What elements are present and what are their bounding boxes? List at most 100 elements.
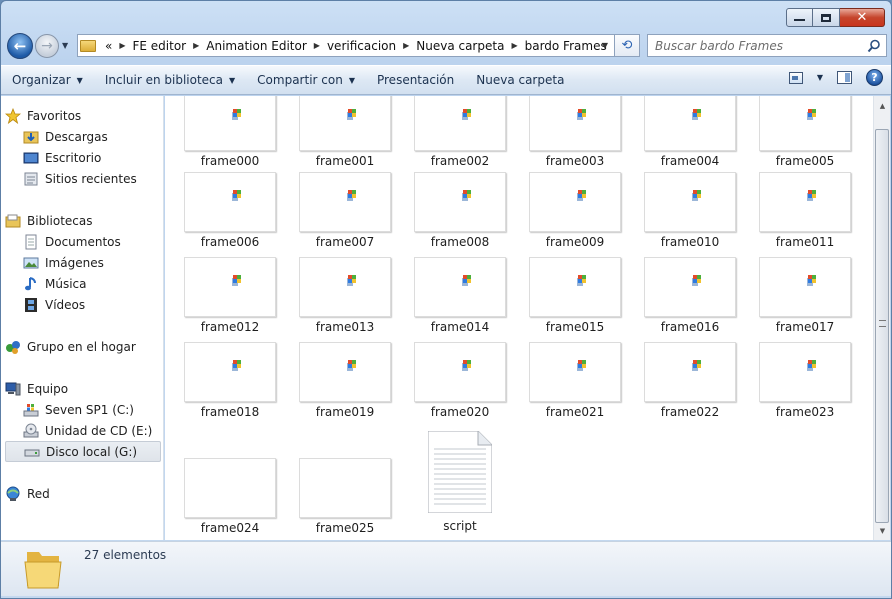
file-item[interactable]: frame021 bbox=[521, 342, 629, 419]
file-item[interactable]: frame010 bbox=[636, 172, 744, 249]
sidebar-item-music[interactable]: Música bbox=[5, 273, 161, 294]
breadcrumb-item[interactable]: bardo Frames bbox=[521, 39, 611, 53]
sidebar-item-favorites[interactable]: Favoritos bbox=[5, 105, 161, 126]
help-icon[interactable]: ? bbox=[866, 69, 883, 86]
file-item[interactable]: frame012 bbox=[176, 257, 284, 334]
chevron-right-icon[interactable]: ▶ bbox=[508, 41, 520, 50]
breadcrumb-item[interactable]: FE editor bbox=[129, 39, 191, 53]
file-item[interactable]: frame014 bbox=[406, 257, 514, 334]
sidebar-item-drive-e[interactable]: Unidad de CD (E:) bbox=[5, 420, 161, 441]
share-with-button[interactable]: Compartir con ▼ bbox=[246, 68, 366, 92]
sidebar-item-documents[interactable]: Documentos bbox=[5, 231, 161, 252]
file-name: frame015 bbox=[545, 320, 605, 334]
close-button[interactable]: ✕ bbox=[840, 8, 885, 27]
sidebar-item-computer[interactable]: Equipo bbox=[5, 378, 161, 399]
file-item[interactable]: frame019 bbox=[291, 342, 399, 419]
minimize-button[interactable] bbox=[786, 8, 813, 27]
sidebar-item-drive-c[interactable]: Seven SP1 (C:) bbox=[5, 399, 161, 420]
file-item[interactable]: frame005 bbox=[751, 96, 859, 168]
search-box[interactable] bbox=[647, 34, 887, 57]
sidebar-item-downloads[interactable]: Descargas bbox=[5, 126, 161, 147]
file-item[interactable]: frame001 bbox=[291, 96, 399, 168]
sidebar-item-label: Unidad de CD (E:) bbox=[45, 423, 153, 438]
sidebar-item-homegroup[interactable]: Grupo en el hogar bbox=[5, 336, 161, 357]
file-item[interactable]: script bbox=[406, 430, 514, 533]
chevron-right-icon[interactable]: ▶ bbox=[400, 41, 412, 50]
sidebar-item-images[interactable]: Imágenes bbox=[5, 252, 161, 273]
thumbnail bbox=[529, 96, 621, 151]
file-name: frame001 bbox=[315, 154, 375, 168]
folder-icon bbox=[24, 552, 62, 589]
file-item[interactable]: frame015 bbox=[521, 257, 629, 334]
vertical-scrollbar[interactable]: ▲ ▼ bbox=[873, 96, 890, 540]
organize-label: Organizar bbox=[12, 73, 71, 87]
file-item[interactable]: frame023 bbox=[751, 342, 859, 419]
view-options-dropdown-icon[interactable]: ▼ bbox=[817, 73, 823, 82]
file-item[interactable]: frame003 bbox=[521, 96, 629, 168]
thumbnail bbox=[644, 172, 736, 232]
back-button[interactable]: ← bbox=[7, 33, 33, 59]
film-icon bbox=[23, 297, 39, 313]
address-dropdown-icon[interactable]: ▼ bbox=[602, 41, 608, 50]
breadcrumb-overflow[interactable]: « bbox=[101, 39, 116, 53]
address-bar[interactable]: « ▶ FE editor ▶ Animation Editor ▶ verificaci… bbox=[77, 34, 615, 57]
breadcrumb-item[interactable]: Animation Editor bbox=[202, 39, 311, 53]
file-item[interactable]: frame020 bbox=[406, 342, 514, 419]
file-item[interactable]: frame013 bbox=[291, 257, 399, 334]
file-item[interactable]: frame017 bbox=[751, 257, 859, 334]
file-name: frame006 bbox=[200, 235, 260, 249]
include-in-library-button[interactable]: Incluir en biblioteca ▼ bbox=[94, 68, 246, 92]
scrollbar-thumb[interactable] bbox=[875, 129, 889, 523]
file-item[interactable]: frame024 bbox=[176, 458, 284, 535]
file-item[interactable]: frame008 bbox=[406, 172, 514, 249]
change-view-icon[interactable] bbox=[788, 71, 803, 84]
sidebar-item-drive-g[interactable]: Disco local (G:) bbox=[5, 441, 161, 462]
file-item[interactable]: frame007 bbox=[291, 172, 399, 249]
maximize-button[interactable] bbox=[813, 8, 840, 27]
sidebar-item-recent-places[interactable]: Sitios recientes bbox=[5, 168, 161, 189]
file-name: frame002 bbox=[430, 154, 490, 168]
include-label: Incluir en biblioteca bbox=[104, 73, 224, 87]
chevron-right-icon[interactable]: ▶ bbox=[311, 41, 323, 50]
sidebar-item-videos[interactable]: Vídeos bbox=[5, 294, 161, 315]
organize-button[interactable]: Organizar ▼ bbox=[1, 68, 94, 92]
sidebar-item-label: Documentos bbox=[45, 234, 121, 249]
documents-icon bbox=[23, 234, 39, 250]
file-item[interactable]: frame004 bbox=[636, 96, 744, 168]
new-folder-button[interactable]: Nueva carpeta bbox=[465, 68, 575, 92]
scroll-up-icon[interactable]: ▲ bbox=[876, 98, 889, 113]
breadcrumb-item[interactable]: Nueva carpeta bbox=[412, 39, 508, 53]
file-item[interactable]: frame022 bbox=[636, 342, 744, 419]
refresh-button[interactable]: ⟲ bbox=[615, 34, 640, 57]
search-input[interactable] bbox=[655, 38, 855, 53]
breadcrumb-item[interactable]: verificacion bbox=[323, 39, 400, 53]
scroll-down-icon[interactable]: ▼ bbox=[876, 523, 889, 538]
explorer-window: ✕ ← → ▼ « ▶ FE editor ▶ Animation Editor ▶ ve… bbox=[0, 0, 892, 599]
slideshow-button[interactable]: Presentación bbox=[366, 68, 465, 92]
sidebar-item-network[interactable]: Red bbox=[5, 483, 161, 504]
file-item[interactable]: frame000 bbox=[176, 96, 284, 168]
sidebar-item-desktop[interactable]: Escritorio bbox=[5, 147, 161, 168]
close-icon: ✕ bbox=[856, 10, 868, 25]
thumbnail bbox=[184, 257, 276, 317]
forward-button[interactable]: → bbox=[35, 34, 59, 58]
file-name: frame011 bbox=[775, 235, 835, 249]
recent-pages-dropdown[interactable]: ▼ bbox=[62, 41, 68, 50]
file-item[interactable]: frame006 bbox=[176, 172, 284, 249]
file-item[interactable]: frame018 bbox=[176, 342, 284, 419]
file-item[interactable]: frame016 bbox=[636, 257, 744, 334]
file-item[interactable]: frame002 bbox=[406, 96, 514, 168]
thumbnail bbox=[184, 96, 276, 151]
chevron-right-icon[interactable]: ▶ bbox=[190, 41, 202, 50]
sidebar-item-label: Sitios recientes bbox=[45, 171, 137, 186]
chevron-right-icon[interactable]: ▶ bbox=[116, 41, 128, 50]
file-name: frame005 bbox=[775, 154, 835, 168]
search-icon[interactable] bbox=[867, 39, 881, 53]
thumbnail bbox=[759, 172, 851, 232]
file-item[interactable]: frame025 bbox=[291, 458, 399, 535]
file-item[interactable]: frame011 bbox=[751, 172, 859, 249]
sidebar-item-libraries[interactable]: Bibliotecas bbox=[5, 210, 161, 231]
preview-pane-icon[interactable] bbox=[837, 71, 852, 84]
thumbnail bbox=[759, 96, 851, 151]
file-item[interactable]: frame009 bbox=[521, 172, 629, 249]
